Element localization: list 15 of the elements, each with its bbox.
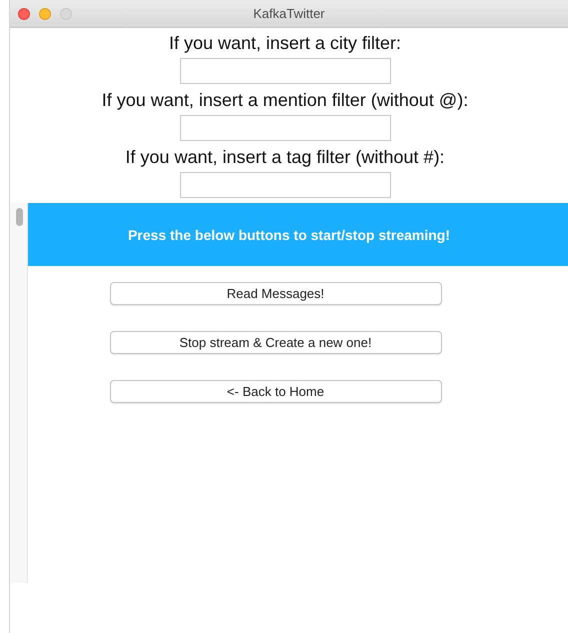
filter-field[interactable] [180, 172, 390, 198]
window-title: KafkaTwitter [253, 6, 325, 21]
zoom-icon[interactable] [60, 8, 72, 20]
close-icon[interactable] [18, 8, 30, 20]
banner-text: Press the below buttons to start/stop streaming! [128, 226, 450, 242]
filter-label: If you want, insert a mention filter (without @): [102, 89, 468, 111]
action-button[interactable]: Stop stream & Create a new one! [110, 331, 442, 354]
action-button[interactable]: Read Messages! [110, 282, 442, 305]
minimize-icon[interactable] [39, 8, 51, 20]
scrollbar[interactable] [10, 203, 28, 583]
filter-label: If you want, insert a city filter: [168, 32, 402, 54]
filter-field[interactable] [180, 58, 390, 84]
action-button[interactable]: <- Back to Home [110, 380, 442, 403]
filter-field[interactable] [180, 115, 390, 141]
filter-label: If you want, insert a tag filter (without #): [125, 146, 445, 168]
